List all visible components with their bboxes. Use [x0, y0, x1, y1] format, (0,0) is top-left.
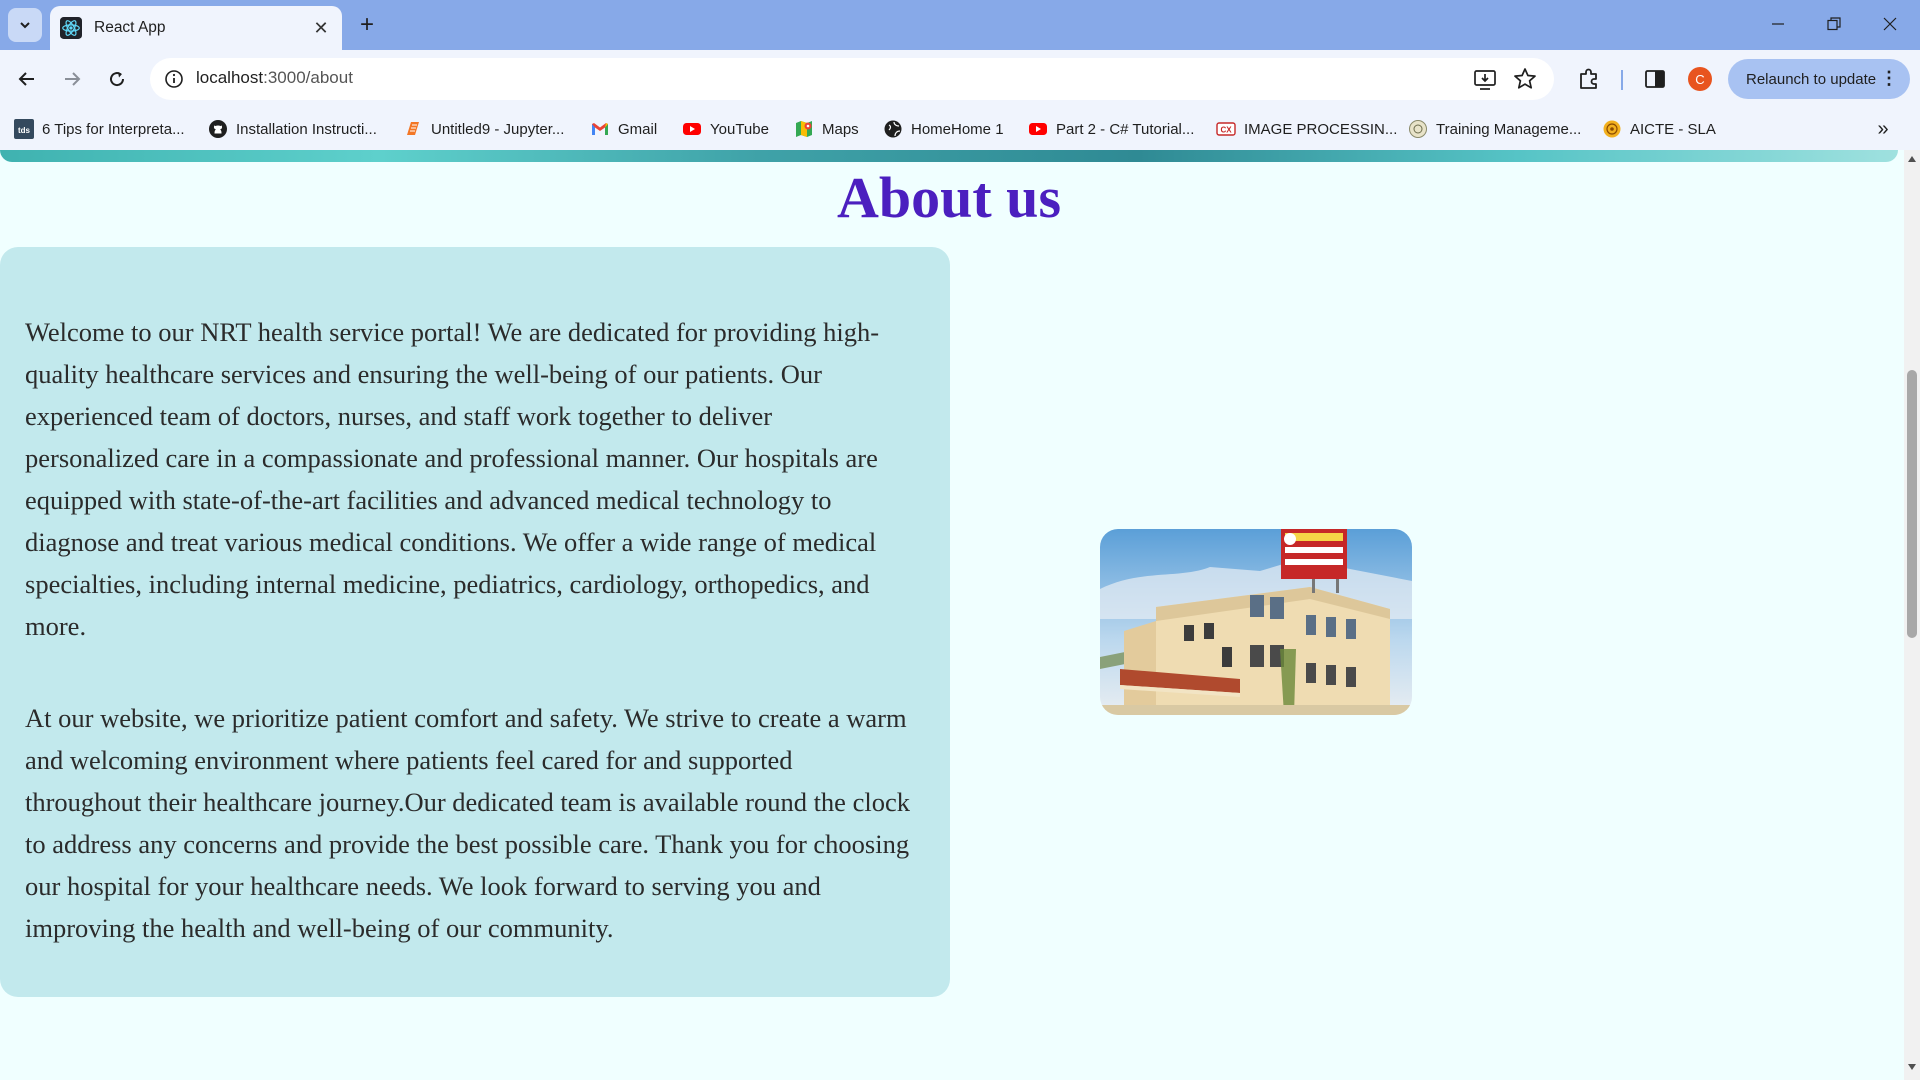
- minimize-button[interactable]: [1750, 0, 1806, 48]
- bookmark-item[interactable]: YouTube: [682, 116, 769, 142]
- bookmark-label: YouTube: [710, 120, 769, 138]
- bookmark-item[interactable]: Part 2 - C# Tutorial...: [1028, 116, 1194, 142]
- bookmark-label: IMAGE PROCESSIN...: [1244, 120, 1398, 138]
- close-icon: [1883, 17, 1897, 31]
- bookmark-item[interactable]: CX IMAGE PROCESSIN...: [1216, 116, 1397, 142]
- bookmark-item[interactable]: Training Manageme...: [1408, 116, 1581, 142]
- tds-icon: tds: [14, 119, 34, 139]
- bookmarks-overflow-icon[interactable]: »: [1870, 116, 1896, 142]
- globe-icon: [884, 120, 902, 138]
- page-title: About us: [836, 165, 1062, 230]
- scrollbar-thumb[interactable]: [1907, 370, 1917, 638]
- training-icon: [1409, 120, 1427, 138]
- browser-toolbar: localhost:3000/about C Relaunch to updat…: [0, 50, 1920, 108]
- relaunch-label: Relaunch to update: [1746, 70, 1877, 88]
- header-banner-edge: [0, 150, 1898, 162]
- bookmark-label: HomeHome 1: [911, 120, 1004, 138]
- forward-button[interactable]: [55, 62, 89, 96]
- hospital-building-image: [1100, 529, 1412, 715]
- bookmarks-bar: tds 6 Tips for Interpreta... Installatio…: [0, 108, 1920, 150]
- github-icon: [209, 120, 227, 138]
- new-tab-button[interactable]: +: [352, 10, 382, 40]
- vertical-scrollbar[interactable]: [1904, 150, 1920, 1080]
- scroll-up-arrow-icon[interactable]: [1908, 156, 1916, 162]
- bookmark-star-icon[interactable]: [1512, 66, 1538, 92]
- info-icon: [165, 70, 183, 88]
- tab-title: React App: [94, 19, 166, 36]
- extensions-button[interactable]: [1572, 62, 1606, 96]
- arrow-right-icon: [65, 72, 81, 86]
- reload-button[interactable]: [100, 62, 134, 96]
- bookmark-item[interactable]: Gmail: [590, 116, 657, 142]
- arrow-left-icon: [18, 72, 34, 86]
- gmail-icon: [592, 123, 608, 135]
- side-panel-icon: [1645, 70, 1665, 88]
- site-info-button[interactable]: [160, 65, 188, 93]
- about-paragraph: Welcome to our NRT health service portal…: [25, 317, 880, 641]
- bookmark-item[interactable]: Untitled9 - Jupyter...: [403, 116, 564, 142]
- restore-icon: [1827, 17, 1841, 31]
- hospital-photo-illustration: [1100, 529, 1412, 715]
- chevron-down-icon: [20, 22, 30, 29]
- bookmark-item[interactable]: tds 6 Tips for Interpreta...: [14, 116, 185, 142]
- bookmark-label: Training Manageme...: [1436, 120, 1582, 138]
- bookmark-item[interactable]: Installation Instructi...: [208, 116, 377, 142]
- bookmark-label: Untitled9 - Jupyter...: [431, 120, 565, 138]
- bookmark-label: Part 2 - C# Tutorial...: [1056, 120, 1195, 138]
- about-paragraph: At our website, we prioritize patient co…: [25, 703, 910, 943]
- side-panel-button[interactable]: [1638, 62, 1672, 96]
- relaunch-button[interactable]: Relaunch to update ⋮: [1728, 59, 1910, 99]
- about-text-card: Welcome to our NRT health service portal…: [0, 247, 950, 997]
- scroll-down-arrow-icon[interactable]: [1908, 1064, 1916, 1070]
- more-menu-icon[interactable]: ⋮: [1880, 68, 1898, 88]
- bookmark-item[interactable]: Maps: [794, 116, 859, 142]
- url-host: localhost: [196, 68, 264, 87]
- restore-button[interactable]: [1806, 0, 1862, 48]
- page-viewport: About us Welcome to our NRT health servi…: [0, 150, 1904, 1080]
- jupyter-icon: [407, 122, 419, 135]
- svg-text:CX: CX: [1220, 126, 1232, 135]
- minimize-icon: [1772, 23, 1784, 25]
- maps-icon: [796, 121, 812, 137]
- bookmark-item[interactable]: HomeHome 1: [883, 116, 1004, 142]
- react-logo-icon: [60, 17, 82, 39]
- address-bar[interactable]: localhost:3000/about: [150, 58, 1554, 100]
- toolbar-divider: [1621, 70, 1623, 90]
- url-path: :3000/about: [263, 68, 353, 87]
- profile-avatar[interactable]: C: [1688, 67, 1712, 91]
- bookmark-label: Maps: [822, 120, 859, 138]
- url-text[interactable]: localhost:3000/about: [196, 68, 353, 88]
- close-window-button[interactable]: [1862, 0, 1918, 48]
- install-app-icon[interactable]: [1472, 66, 1498, 92]
- close-tab-icon[interactable]: ✕: [310, 17, 332, 39]
- bookmark-label: Gmail: [618, 120, 658, 138]
- youtube-icon: [683, 123, 701, 135]
- bookmark-label: Installation Instructi...: [236, 120, 377, 138]
- reload-icon: [110, 72, 125, 87]
- puzzle-icon: [1580, 68, 1597, 89]
- aicte-icon: [1603, 120, 1621, 138]
- active-tab[interactable]: React App ✕: [50, 6, 342, 50]
- bookmark-item[interactable]: AICTE - SLA: [1602, 116, 1716, 142]
- bookmark-label: 6 Tips for Interpreta...: [42, 120, 185, 138]
- back-button[interactable]: [10, 62, 44, 96]
- youtube-icon: [1029, 123, 1047, 135]
- bookmark-label: AICTE - SLA: [1630, 120, 1716, 138]
- svg-text:tds: tds: [18, 126, 31, 135]
- tab-search-button[interactable]: [8, 8, 42, 42]
- tab-strip: React App ✕ +: [0, 0, 1920, 50]
- image-processing-icon: CX: [1216, 122, 1236, 136]
